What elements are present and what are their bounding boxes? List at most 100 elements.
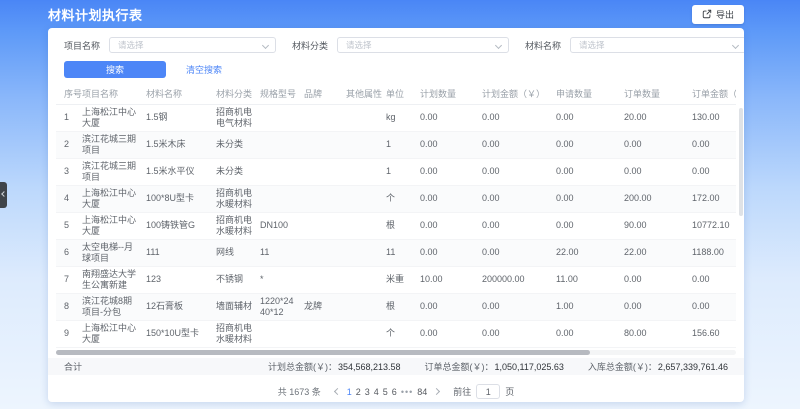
- cell: 0.00: [420, 104, 482, 131]
- cell: [346, 185, 386, 212]
- column-header: 材料名称: [146, 84, 216, 104]
- cell: 0.00: [692, 131, 736, 158]
- filter-project: 项目名称 请选择: [64, 37, 276, 53]
- cell: 0.00: [482, 212, 556, 239]
- pagination: 共 1673 条 123456•••84 前往 页: [48, 379, 744, 403]
- page-button[interactable]: 2: [356, 387, 361, 397]
- material-category-placeholder: 请选择: [346, 39, 372, 51]
- column-header: 项目名称: [82, 84, 146, 104]
- table-row: 3滨江花城三期项目1.5米水平仪未分类10.000.000.000.000.00: [56, 158, 736, 185]
- cell: 0.00: [420, 131, 482, 158]
- cell: 招商机电 水暖材料: [216, 212, 260, 239]
- vertical-scrollbar[interactable]: [739, 108, 743, 216]
- cell: 0.00: [692, 158, 736, 185]
- top-bar: 材料计划执行表 导出: [48, 0, 744, 28]
- cell: 龙牌: [304, 293, 346, 320]
- cell: 南翔盛达大学生公寓新建: [82, 266, 146, 293]
- clear-search-link[interactable]: 清空搜索: [186, 63, 222, 76]
- cell: 招商机电 电气材料: [216, 104, 260, 131]
- cell: 0.00: [624, 266, 692, 293]
- cell: 80.00: [624, 320, 692, 347]
- horizontal-scrollbar: [56, 350, 736, 355]
- cell: 172.00: [692, 185, 736, 212]
- cell: 0.00: [692, 266, 736, 293]
- column-header: 订单数量: [624, 84, 692, 104]
- cell: [260, 320, 304, 347]
- cell: 1: [386, 131, 420, 158]
- cell: [346, 239, 386, 266]
- cell: 未分类: [216, 158, 260, 185]
- cell: DN100: [260, 212, 304, 239]
- table-row: 1上海松江中心大厦1.5钢招商机电 电气材料kg0.000.000.0020.0…: [56, 104, 736, 131]
- cell: 4: [56, 185, 82, 212]
- cell: [304, 158, 346, 185]
- cell: 根: [386, 293, 420, 320]
- cell: [304, 131, 346, 158]
- cell: 滨江花城8期项目-分包: [82, 293, 146, 320]
- cell: 滨江花城三期项目: [82, 158, 146, 185]
- cell: 0.00: [420, 158, 482, 185]
- cell: 0.00: [556, 212, 624, 239]
- page-button[interactable]: 6: [392, 387, 397, 397]
- material-category-select[interactable]: 请选择: [337, 37, 509, 53]
- cell: [260, 185, 304, 212]
- cell: 200.00: [624, 185, 692, 212]
- cell: 11: [260, 239, 304, 266]
- cell: 0.00: [482, 293, 556, 320]
- cell: [304, 320, 346, 347]
- cell: 墙面辅材: [216, 293, 260, 320]
- table-row: 4上海松江中心大厦100*8U型卡招商机电 水暖材料个0.000.000.002…: [56, 185, 736, 212]
- table-row: 6太空电梯--月球项目111网线11110.000.0022.0022.0011…: [56, 239, 736, 266]
- column-header: 申请数量: [556, 84, 624, 104]
- cell: *: [260, 266, 304, 293]
- cell: 招商机电 水暖材料: [216, 185, 260, 212]
- cell: 150*10U型卡: [146, 320, 216, 347]
- cell: 0.00: [556, 158, 624, 185]
- cell: 7: [56, 266, 82, 293]
- sidebar-expand-handle[interactable]: [0, 182, 7, 208]
- next-page-button[interactable]: [429, 384, 443, 400]
- chevron-left-icon: [334, 388, 341, 395]
- cell: 上海松江中心大厦: [82, 320, 146, 347]
- cell: 100*8U型卡: [146, 185, 216, 212]
- cell: 22.00: [556, 239, 624, 266]
- cell: 0.00: [624, 131, 692, 158]
- page-button[interactable]: 1: [347, 387, 352, 397]
- cell: 6: [56, 239, 82, 266]
- goto-label: 前往: [453, 385, 471, 398]
- cell: 100铸铁管G: [146, 212, 216, 239]
- column-header: 单位: [386, 84, 420, 104]
- cell: 1.5米木床: [146, 131, 216, 158]
- goto-page-input[interactable]: [476, 384, 500, 399]
- cell: 123: [146, 266, 216, 293]
- column-header: 规格型号: [260, 84, 304, 104]
- cell: [346, 212, 386, 239]
- cell: 1.5钢: [146, 104, 216, 131]
- material-name-select[interactable]: 请选择: [570, 37, 744, 53]
- page-button[interactable]: 4: [374, 387, 379, 397]
- chevron-right-icon: [433, 388, 440, 395]
- material-name-placeholder: 请选择: [579, 39, 605, 51]
- horizontal-scrollbar-thumb[interactable]: [56, 350, 590, 355]
- material-name-label: 材料名称: [525, 39, 561, 52]
- page-button[interactable]: 84: [417, 387, 427, 397]
- cell: 0.00: [420, 212, 482, 239]
- page-list: 123456•••84: [345, 387, 430, 397]
- search-button[interactable]: 搜索: [64, 61, 166, 78]
- column-header: 材料分类: [216, 84, 260, 104]
- cell: 1.00: [556, 293, 624, 320]
- cell: [346, 104, 386, 131]
- column-header: 序号: [56, 84, 82, 104]
- cell: 网线: [216, 239, 260, 266]
- cell: [346, 320, 386, 347]
- page-button[interactable]: 5: [383, 387, 388, 397]
- export-button[interactable]: 导出: [692, 5, 744, 24]
- cell: [304, 239, 346, 266]
- cell: 10772.10: [692, 212, 736, 239]
- chevron-down-icon: [495, 42, 502, 49]
- project-name-select[interactable]: 请选择: [109, 37, 276, 53]
- prev-page-button[interactable]: [331, 384, 345, 400]
- page-button[interactable]: 3: [365, 387, 370, 397]
- cell: [346, 293, 386, 320]
- totals-row: 合计 计划总金额(￥)：354,568,213.58 订单总金额(￥)：1,05…: [48, 358, 744, 375]
